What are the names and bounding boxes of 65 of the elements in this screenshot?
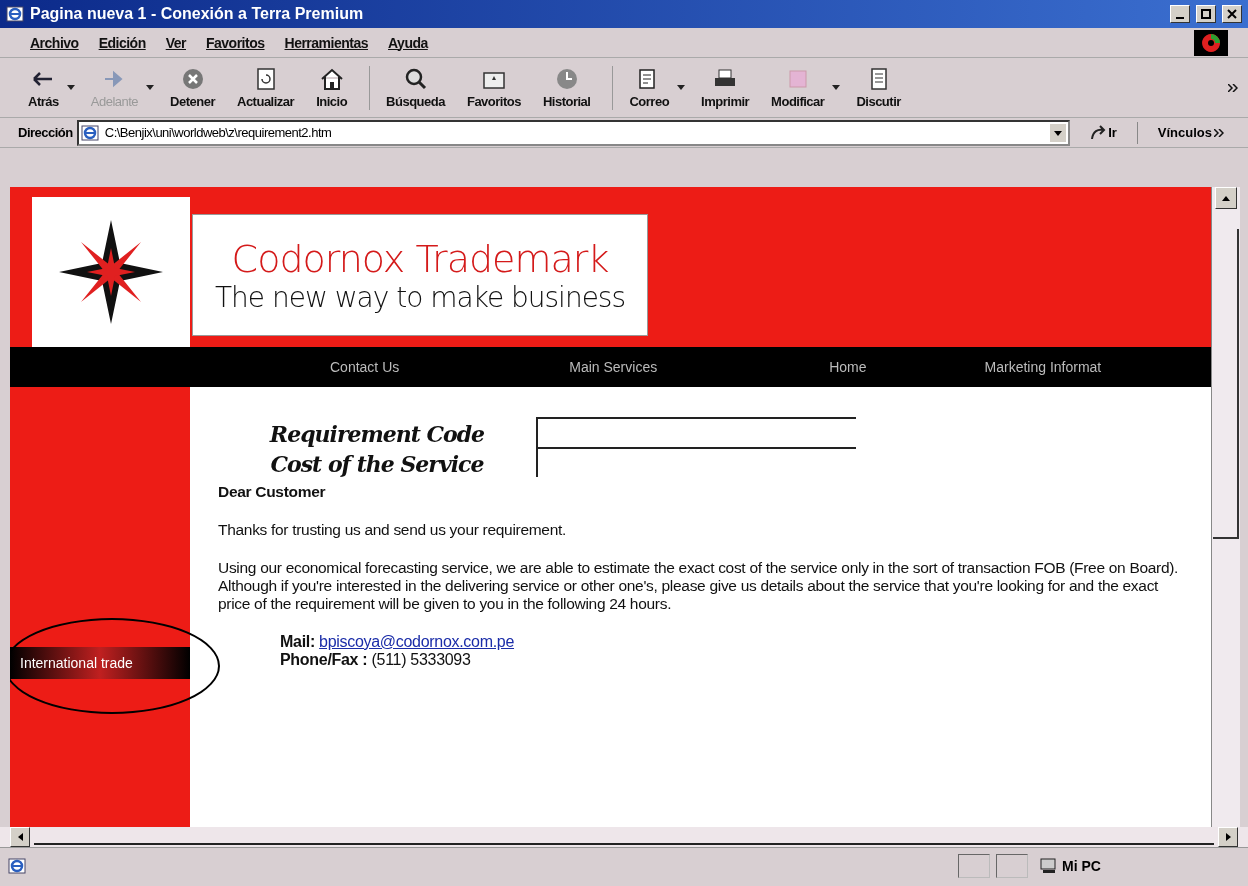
toolbar-button[interactable]: Favoritos [458, 64, 529, 111]
toolbar-button[interactable]: Detener [162, 64, 223, 111]
throbber-logo [1194, 29, 1228, 56]
menu-item[interactable]: Ver [165, 34, 186, 51]
close-icon [1227, 9, 1237, 19]
dropdown-caret-icon[interactable] [677, 85, 688, 90]
menu-item[interactable]: Favoritos [206, 34, 265, 51]
menu-item[interactable]: Archivo [30, 34, 79, 51]
toolbar-button[interactable]: Correo [621, 64, 678, 111]
more-chevron-icon[interactable] [1228, 83, 1238, 92]
toolbar-button[interactable]: Atrás [20, 64, 67, 111]
address-label: Dirección [18, 125, 73, 140]
zone-label: Mi PC [1062, 857, 1101, 874]
input-field[interactable] [536, 417, 856, 447]
greeting: Dear Customer [218, 483, 327, 501]
nav-link[interactable]: Main Services [569, 359, 658, 375]
toolbar-button[interactable]: Búsqueda [378, 64, 453, 111]
vertical-scrollbar[interactable] [1211, 187, 1240, 827]
go-arrow-icon [1090, 124, 1107, 141]
paragraph: Thanks for trusting us and send us your requirement. [218, 521, 567, 539]
toolbar-button[interactable]: Discutir [848, 64, 909, 111]
brand-name: Codornox Trademark [231, 236, 609, 281]
dropdown-caret-icon[interactable] [1050, 123, 1067, 142]
nav-link[interactable]: Home [829, 359, 867, 375]
minimize-button[interactable] [1170, 5, 1190, 23]
email-link[interactable]: bpiscoya@codornox.com.pe [319, 633, 515, 650]
window-title: Pagina nueva 1 - Conexión a Terra Premium [30, 5, 364, 23]
browser-icon [80, 123, 99, 142]
menu-item[interactable]: Ayuda [388, 34, 428, 51]
computer-icon [1040, 857, 1058, 874]
address-field[interactable]: C:\Benjix\uni\worldweb\z\requirement2.htm [76, 119, 1071, 146]
status-panel [996, 853, 1028, 878]
maximize-button[interactable] [1196, 5, 1216, 23]
toolbar-button[interactable]: Historial [534, 64, 599, 111]
scroll-left-icon[interactable] [17, 833, 23, 841]
side-nav-button[interactable]: International trade [10, 647, 190, 679]
field-label: Cost of the Service [269, 451, 485, 477]
menu-item[interactable]: Edición [98, 34, 146, 51]
dropdown-caret-icon[interactable] [66, 85, 77, 90]
field-label: Requirement Code [268, 421, 486, 447]
links-button[interactable]: Vínculos [1151, 124, 1230, 141]
phone-line: Phone/Fax : (511) 5333093 [279, 651, 472, 669]
menu-item[interactable]: Herramientas [284, 34, 368, 51]
go-button[interactable]: Ir [1084, 123, 1123, 142]
browser-icon [8, 856, 26, 875]
nav-link[interactable]: Contact Us [330, 359, 400, 375]
scroll-right-icon[interactable] [1225, 833, 1231, 841]
dropdown-caret-icon[interactable] [832, 85, 843, 90]
scroll-up-icon[interactable] [1222, 195, 1230, 201]
input-field[interactable] [536, 447, 856, 477]
mail-line: Mail: bpiscoya@codornox.com.pe [279, 633, 516, 651]
horizontal-scrollbar[interactable] [0, 827, 1248, 848]
nav-link[interactable]: Marketing Informat [984, 359, 1102, 375]
minimize-icon [1176, 17, 1184, 19]
toolbar-button[interactable]: Imprimir [693, 64, 758, 111]
status-panel [958, 853, 990, 878]
more-chevron-icon [1214, 128, 1224, 137]
paragraph: Using our economical forecasting service, we are able to estimate the exact cost of the service only in the sort of transaction FOB (Free on Board). Although if you're interested in the delivering service or other one's, please give us details about the service that you're looking for and the exact price of the requirement will be given to you in the following 24 hours. [218, 559, 1180, 613]
toolbar-button[interactable]: Actualizar [229, 64, 303, 111]
page-icon [6, 5, 24, 23]
toolbar-button[interactable]: Inicio [308, 64, 356, 111]
slogan: The new way to make business [214, 280, 626, 314]
maximize-icon [1201, 9, 1211, 19]
close-button[interactable] [1222, 5, 1242, 23]
toolbar-button[interactable]: Modificar [763, 64, 833, 111]
